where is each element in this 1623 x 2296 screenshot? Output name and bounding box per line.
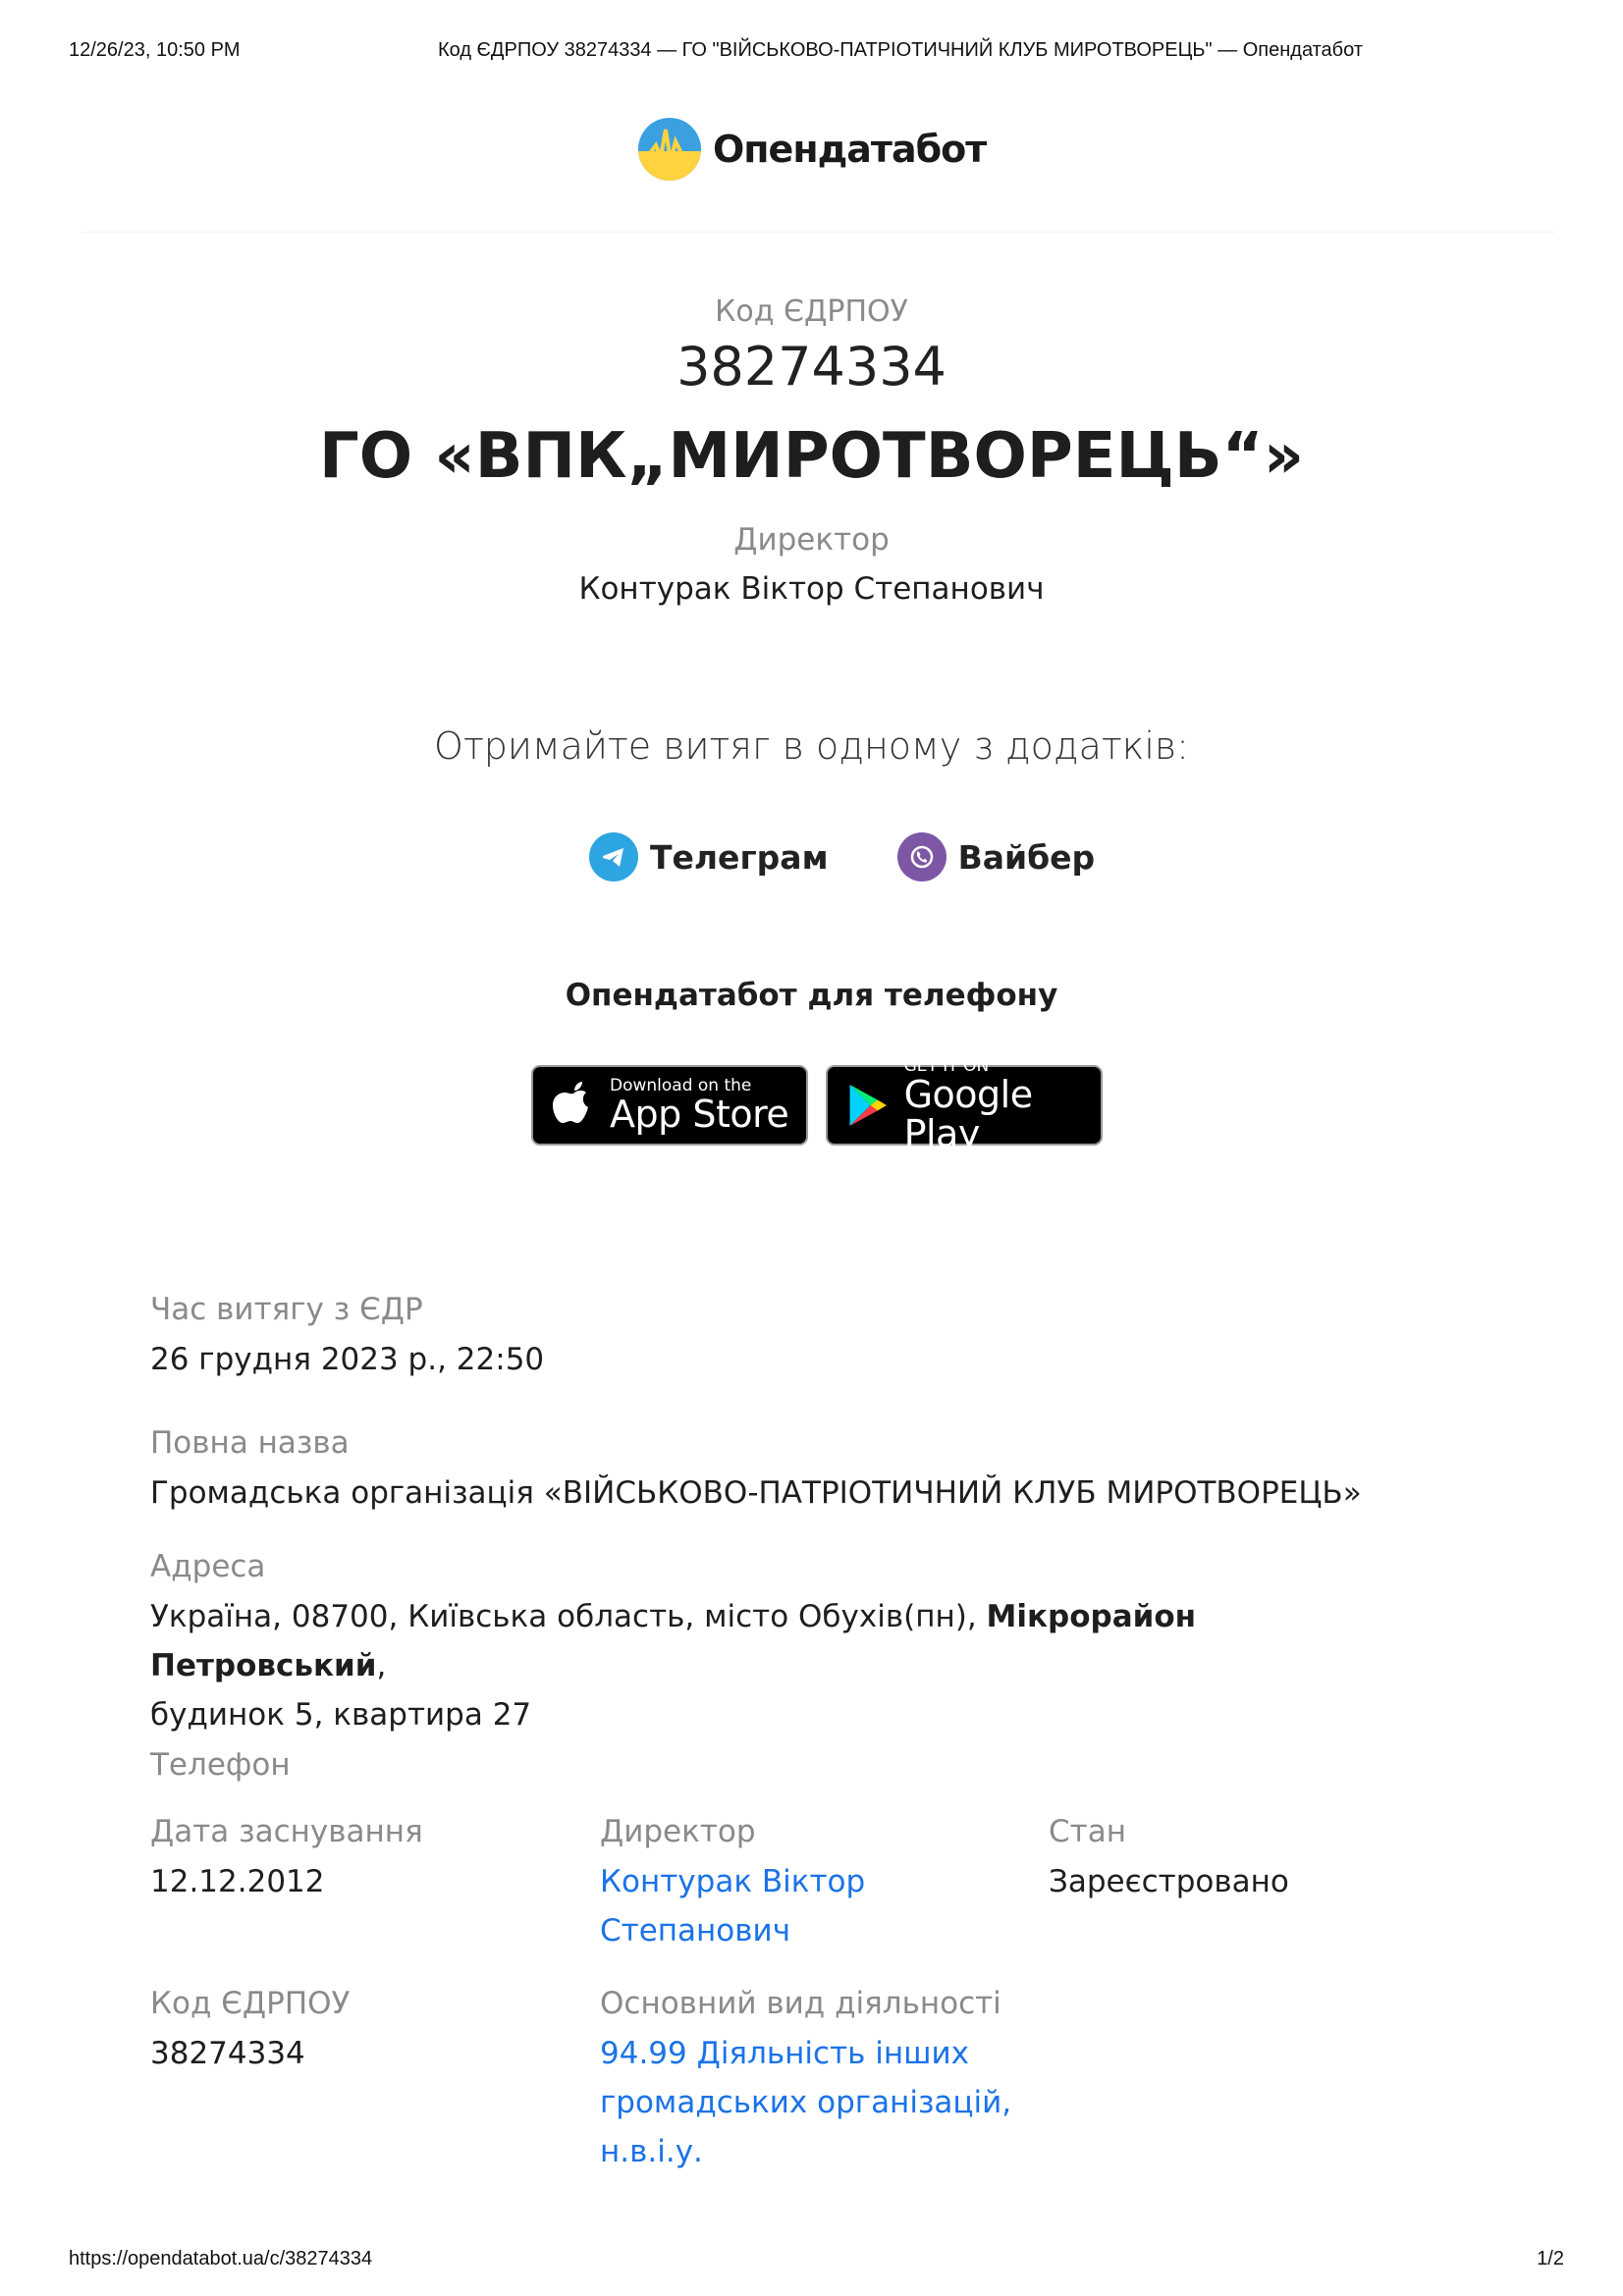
address-part2: , xyxy=(376,1648,387,1683)
edrpou-label: Код ЄДРПОУ xyxy=(715,294,908,329)
messenger-buttons: Телеграм Вайбер xyxy=(589,832,1095,881)
activity-line2: громадських організацій, xyxy=(600,2085,1012,2120)
activity-link[interactable]: 94.99 Діяльність інших громадських орган… xyxy=(600,2029,1011,2176)
opendatabot-logo-icon xyxy=(638,118,701,181)
viber-button[interactable]: Вайбер xyxy=(896,832,1096,881)
print-date: 12/26/23, 10:50 PM xyxy=(69,39,241,61)
app-store-badge[interactable]: Download on the App Store xyxy=(531,1065,808,1146)
edrpou-detail-value: 38274334 xyxy=(150,2036,305,2071)
status-label: Стан xyxy=(1049,1814,1126,1849)
activity-label: Основний вид діяльності xyxy=(600,1986,1001,2021)
founded-value: 12.12.2012 xyxy=(150,1864,325,1899)
director-label: Директор xyxy=(733,522,890,558)
founded-label: Дата заснування xyxy=(150,1814,423,1849)
google-play-icon xyxy=(849,1085,887,1126)
viber-icon xyxy=(896,832,947,881)
full-name-label: Повна назва xyxy=(150,1425,350,1461)
app-store-big-text: App Store xyxy=(610,1093,789,1136)
header-divider xyxy=(82,232,1555,233)
status-value: Зареєстровано xyxy=(1049,1864,1289,1899)
print-page-number: 1/2 xyxy=(1537,2248,1564,2269)
opendatabot-logo[interactable]: Опендатабот xyxy=(636,116,987,183)
activity-line3: н.в.і.у. xyxy=(600,2134,703,2169)
phone-apps-title: Опендатабот для телефону xyxy=(565,978,1058,1013)
address-value: Україна, 08700, Київська область, місто … xyxy=(150,1592,1427,1739)
telegram-label: Телеграм xyxy=(650,837,829,877)
director-link[interactable]: Контурак Віктор Степанович xyxy=(600,1857,865,1955)
extract-time-value: 26 грудня 2023 р., 22:50 xyxy=(150,1342,545,1377)
org-short-name: ГО «ВПК„МИРОТВОРЕЦЬ“» xyxy=(318,420,1305,493)
store-badges: Download on the App Store GET IT ON Goog… xyxy=(531,1057,1103,1153)
viber-label: Вайбер xyxy=(957,837,1096,877)
phone-label: Телефон xyxy=(150,1747,291,1783)
logo-text: Опендатабот xyxy=(713,128,987,171)
address-label: Адреса xyxy=(150,1549,266,1584)
print-url[interactable]: https://opendatabot.ua/c/38274334 xyxy=(69,2248,372,2270)
address-line2: будинок 5, квартира 27 xyxy=(150,1697,532,1733)
director-link-line2: Степанович xyxy=(600,1913,791,1949)
edrpou-detail-label: Код ЄДРПОУ xyxy=(150,1986,351,2021)
google-play-badge[interactable]: GET IT ON Google Play xyxy=(826,1057,1103,1153)
print-page-title: Код ЄДРПОУ 38274334 — ГО "ВІЙСЬКОВО-ПАТР… xyxy=(438,39,1363,61)
director-link-line1: Контурак Віктор xyxy=(600,1864,866,1899)
apple-icon xyxy=(553,1082,588,1123)
activity-line1: 94.99 Діяльність інших xyxy=(600,2036,970,2071)
address-part1: Україна, 08700, Київська область, місто … xyxy=(150,1599,987,1634)
google-play-big-text: Google Play xyxy=(903,1073,1034,1155)
telegram-icon xyxy=(589,832,638,881)
extract-time-label: Час витягу з ЄДР xyxy=(150,1292,423,1327)
telegram-button[interactable]: Телеграм xyxy=(589,832,829,881)
director-detail-label: Директор xyxy=(600,1814,756,1849)
full-name-value: Громадська організація «ВІЙСЬКОВО-ПАТРІО… xyxy=(150,1475,1362,1511)
extract-cta-text: Отримайте витяг в одному з додатків: xyxy=(434,724,1189,768)
director-name: Контурак Віктор Степанович xyxy=(578,571,1045,607)
edrpou-code: 38274334 xyxy=(676,336,947,398)
